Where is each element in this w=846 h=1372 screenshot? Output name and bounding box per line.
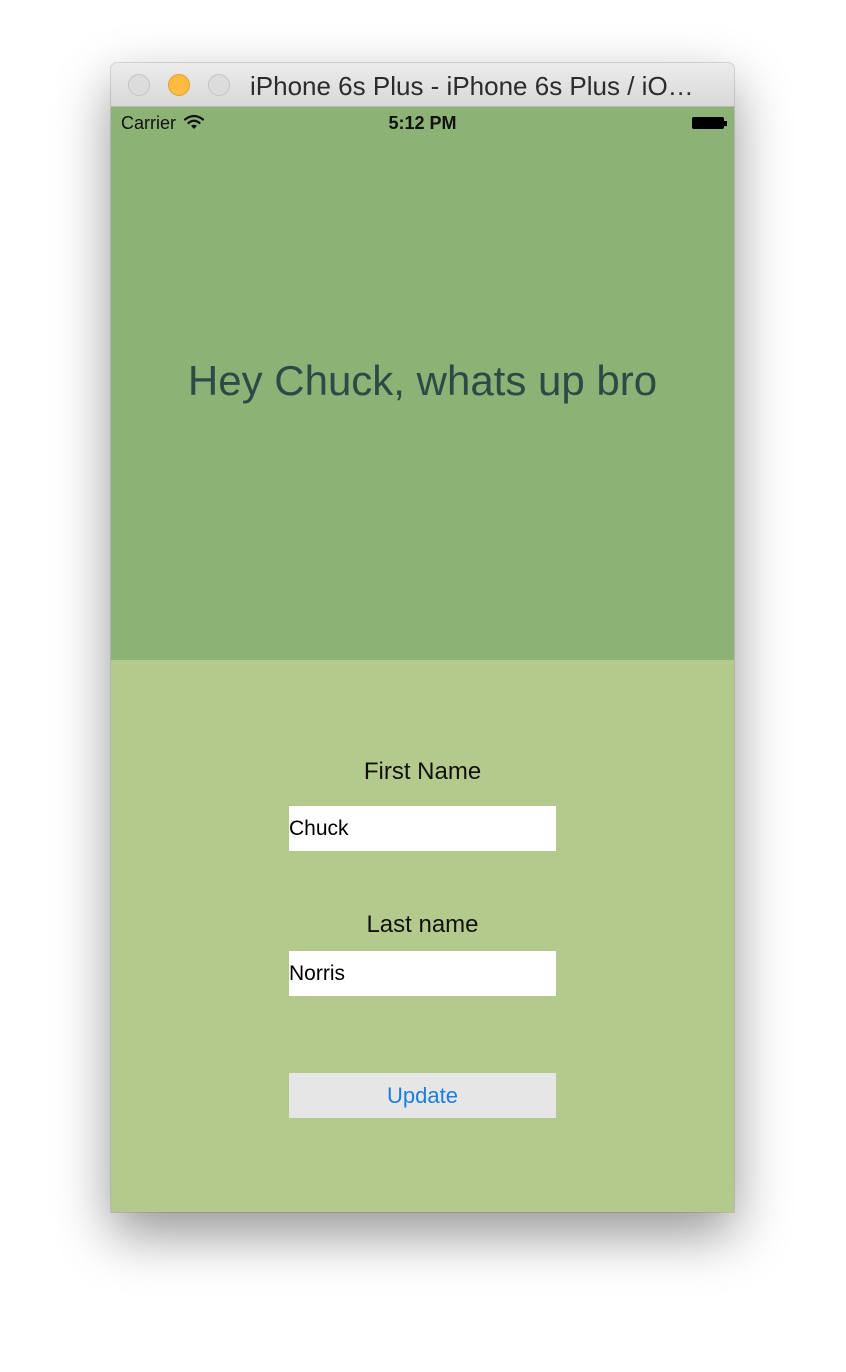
device-screen: Carrier 5:12 PM Hey Chuck, whats up bro … [111,107,734,1212]
window-title: iPhone 6s Plus - iPhone 6s Plus / iO… [250,71,694,101]
greeting-label: Hey Chuck, whats up bro [187,357,658,404]
window-titlebar[interactable]: iPhone 6s Plus - iPhone 6s Plus / iO… [111,63,734,107]
close-window-button[interactable] [128,74,150,96]
first-name-field[interactable] [289,806,556,851]
update-button[interactable]: Update [289,1073,556,1118]
zoom-window-button[interactable] [208,74,230,96]
greeting-panel: Carrier 5:12 PM Hey Chuck, whats up bro [111,107,734,660]
battery-tip [724,121,727,126]
first-name-label: First Name [363,758,482,785]
last-name-label: Last name [366,911,479,938]
minimize-window-button[interactable] [168,74,190,96]
last-name-field[interactable] [289,951,556,996]
status-bar: Carrier 5:12 PM [111,107,734,143]
battery-icon [692,117,724,129]
status-time: 5:12 PM [388,113,457,133]
simulator-window: iPhone 6s Plus - iPhone 6s Plus / iO… Ca… [111,63,734,1212]
form-panel: First Name Last name Update [111,660,734,1212]
